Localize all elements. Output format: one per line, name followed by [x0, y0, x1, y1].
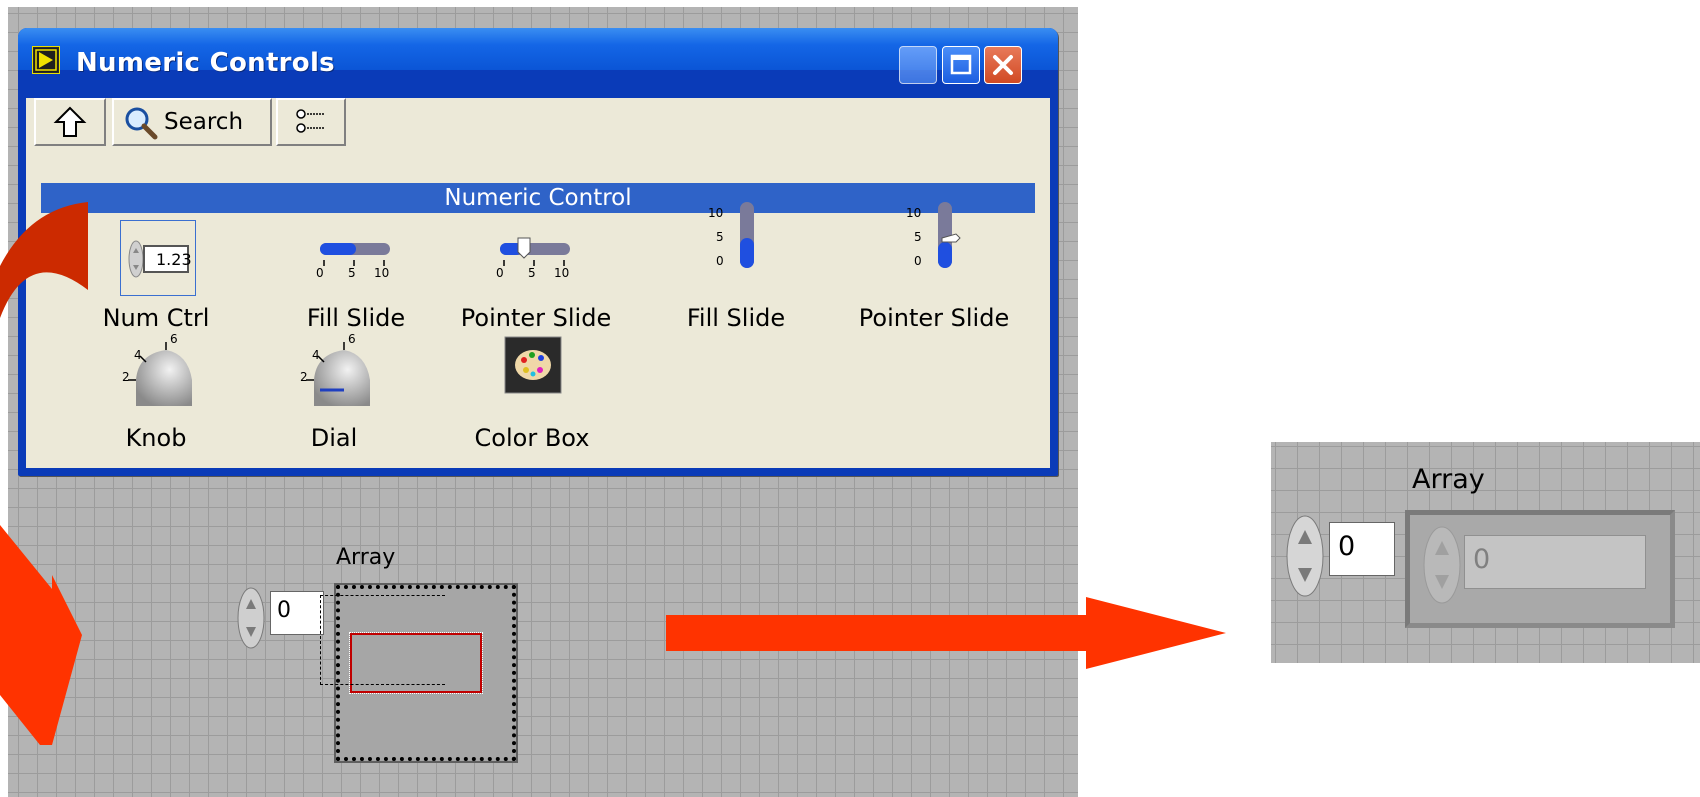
index-increment-decrement-icon[interactable] [1285, 514, 1325, 598]
scale-2: 2 [300, 370, 308, 384]
view-options-button[interactable] [276, 98, 346, 146]
dial-icon [306, 342, 370, 406]
numeric-controls-palette-window: Numeric Controls Search Numeric Control [18, 28, 1058, 476]
array-shell-empty[interactable]: Array 0 [236, 545, 526, 775]
palette-item-fill-slide-horizontal[interactable]: 0 5 10 Fill Slide [256, 220, 456, 338]
item-label: Pointer Slide [460, 304, 612, 332]
array-label: Array [1412, 464, 1485, 495]
curved-arrow-icon [0, 202, 88, 318]
labview-icon [32, 46, 60, 74]
array-index-input[interactable]: 0 [1329, 522, 1395, 576]
front-panel-result[interactable]: Array 0 0 [1271, 442, 1700, 663]
scale-mid: 5 [716, 230, 724, 244]
item-label: Fill Slide [686, 304, 786, 332]
scale-6: 6 [170, 332, 178, 346]
scale-2: 2 [122, 370, 130, 384]
array-drop-area[interactable] [320, 583, 518, 763]
array-label: Array [336, 545, 396, 570]
color-box-icon [504, 336, 562, 394]
palette-content: Search Numeric Control 1.23 Num Ctrl 0 5… [26, 98, 1050, 468]
magnifier-icon [125, 107, 158, 140]
scale-mid: 5 [348, 266, 356, 280]
right-arrow-icon [666, 597, 1226, 669]
vertical-pointer-slide-icon [938, 202, 961, 268]
up-level-button[interactable] [34, 98, 106, 146]
scale-6: 6 [348, 332, 356, 346]
down-arrow-icon [0, 525, 82, 745]
scale-max: 10 [374, 266, 390, 280]
palette-item-pointer-slide-horizontal[interactable]: 0 5 10 Pointer Slide [436, 220, 636, 338]
item-label: Fill Slide [306, 304, 406, 332]
scale-min: 0 [914, 254, 922, 268]
search-button[interactable]: Search [112, 98, 272, 146]
close-icon [993, 55, 1013, 75]
palette-item-color-box[interactable]: Color Box [432, 336, 632, 458]
maximize-button[interactable] [942, 46, 980, 84]
search-label: Search [164, 109, 244, 135]
drag-outline [320, 595, 445, 685]
window-title: Numeric Controls [76, 48, 335, 78]
close-button[interactable] [984, 46, 1022, 84]
knob-icon [128, 342, 192, 406]
element-increment-decrement-icon [1423, 526, 1461, 604]
scale-min: 0 [716, 254, 724, 268]
palette-item-knob[interactable]: 2 4 6 Knob [56, 332, 256, 458]
scale-mid: 5 [528, 266, 536, 280]
scale-min: 0 [316, 266, 324, 280]
item-label: Color Box [474, 424, 590, 452]
scale-max: 10 [906, 206, 922, 220]
maximize-icon [950, 54, 972, 75]
up-arrow-icon [53, 106, 87, 137]
item-label: Knob [125, 424, 187, 452]
title-bar[interactable]: Numeric Controls [18, 28, 1058, 84]
index-increment-decrement-icon[interactable] [236, 585, 266, 651]
scale-min: 0 [496, 266, 504, 280]
scale-max: 10 [554, 266, 570, 280]
item-label: Dial [310, 424, 358, 452]
array-element-numeric-disabled: 0 [1464, 535, 1646, 589]
num-ctrl-value: 1.23 [156, 250, 192, 269]
scale-max: 10 [708, 206, 724, 220]
scale-mid: 5 [914, 230, 922, 244]
palette-item-pointer-slide-vertical[interactable]: 10 5 0 Pointer Slide [834, 200, 1034, 338]
options-list-icon [296, 109, 324, 133]
array-element-frame[interactable]: 0 [1405, 510, 1675, 628]
array-index-input[interactable]: 0 [270, 591, 324, 635]
minimize-button[interactable] [899, 46, 937, 84]
scale-4: 4 [134, 348, 142, 362]
vertical-fill-slide-icon [740, 202, 754, 268]
palette-item-fill-slide-vertical[interactable]: 10 5 0 Fill Slide [636, 200, 836, 338]
scale-4: 4 [312, 348, 320, 362]
palette-item-dial[interactable]: 2 4 6 Dial [234, 332, 434, 458]
item-label: Pointer Slide [858, 304, 1010, 332]
